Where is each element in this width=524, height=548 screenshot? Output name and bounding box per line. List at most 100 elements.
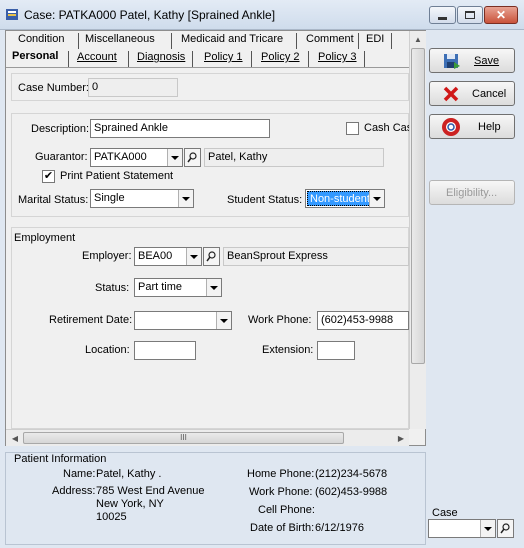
help-button[interactable]: Help [429,114,515,139]
guarantor-lookup-button[interactable] [184,148,201,167]
magnifier-icon [187,152,197,163]
case-lookup-combo[interactable] [428,519,496,538]
marital-status-select[interactable]: Single [90,189,194,208]
tab-comment[interactable]: Comment [306,33,354,45]
tab-separator [308,51,309,67]
tab-diagnosis[interactable]: Diagnosis [137,51,185,63]
patient-home-phone-value: (212)234-5678 [315,468,388,480]
tab-condition[interactable]: Condition [18,33,64,45]
guarantor-label: Guarantor: [35,151,88,163]
help-label: Help [478,120,501,133]
patient-name-label: Name: [63,468,96,480]
save-disk-icon [444,53,460,69]
employer-combo[interactable]: BEA00 [134,247,202,266]
extension-input[interactable] [317,341,355,360]
scroll-right-button[interactable]: ▶ [394,430,408,446]
employment-status-label: Status: [95,282,130,294]
tab-edi[interactable]: EDI [366,33,384,45]
minimize-button[interactable] [429,6,456,24]
app-icon [6,9,18,20]
chevron-down-icon [373,196,381,201]
employer-dropdown-button[interactable] [186,248,201,265]
maximize-button[interactable] [457,6,483,24]
checkmark-icon: ✔ [43,170,54,182]
chevron-down-icon [220,318,228,323]
retirement-date-picker[interactable] [134,311,232,330]
patient-name-value: Patel, Kathy . [96,468,162,480]
tab-separator [251,51,252,67]
tab-policy-3[interactable]: Policy 3 [318,51,357,63]
patient-dob-label: Date of Birth: [250,522,315,534]
chevron-down-icon [484,526,492,531]
tab-separator [364,51,365,67]
case-lookup-dropdown-button[interactable] [480,520,495,537]
patient-info-heading: Patient Information [14,453,107,465]
work-phone-input[interactable]: (602)453-9988 [317,311,409,330]
scroll-up-button[interactable]: ▲ [410,31,426,47]
patient-address-label: Address: [52,485,96,497]
case-number-label: Case Number: [18,82,89,94]
scroll-left-button[interactable]: ◀ [8,430,22,446]
employment-status-dropdown-button[interactable] [206,279,221,296]
tab-separator [296,33,297,49]
tab-separator [391,33,392,49]
patient-cell-phone-label: Cell Phone: [258,504,315,516]
eligibility-label: Eligibility... [446,186,498,199]
case-form-panel: Condition Miscellaneous Medicaid and Tri… [5,30,426,446]
location-label: Location: [85,344,130,356]
vertical-scroll-thumb[interactable] [411,48,425,364]
tab-policy-2[interactable]: Policy 2 [261,51,300,63]
patient-address-line-1: 785 West End Avenue [96,485,205,497]
print-statement-checkbox[interactable]: ✔ [42,170,55,183]
employment-status-select[interactable]: Part time [134,278,222,297]
triangle-right-icon: ▶ [397,433,405,443]
patient-dob-value: 6/12/1976 [315,522,364,534]
guarantor-dropdown-button[interactable] [167,149,182,166]
minimize-icon [438,16,447,20]
eligibility-button[interactable]: Eligibility... [429,180,515,205]
chevron-down-icon [190,254,198,259]
horizontal-scrollbar[interactable]: ◀ III ▶ [6,429,409,446]
cash-case-checkbox[interactable] [346,122,359,135]
description-label: Description: [31,123,90,135]
case-lookup-search-button[interactable] [497,519,514,538]
tab-separator [128,51,129,67]
retirement-date-dropdown-button[interactable] [216,312,231,329]
cancel-label: Cancel [472,87,507,100]
employer-name-field: BeanSprout Express [223,247,409,266]
tab-personal[interactable]: Personal [12,50,58,62]
save-label: Save [474,54,500,67]
patient-work-phone-label: Work Phone: [249,486,313,498]
employment-status-value: Part time [138,281,183,293]
case-number-field: 0 [88,78,178,97]
cancel-button[interactable]: Cancel [429,81,515,106]
close-button[interactable]: ✕ [484,6,518,24]
horizontal-scroll-thumb[interactable]: III [23,432,344,444]
marital-dropdown-button[interactable] [178,190,193,207]
chevron-down-icon [210,285,218,290]
tab-miscellaneous[interactable]: Miscellaneous [85,33,155,45]
guarantor-name-field: Patel, Kathy [204,148,384,167]
guarantor-combo[interactable]: PATKA000 [90,148,183,167]
maximize-icon [465,11,475,19]
employer-code: BEA00 [138,250,173,262]
tab-underline [6,67,409,68]
tab-policy-1[interactable]: Policy 1 [204,51,243,63]
chevron-down-icon [171,155,179,160]
extension-label: Extension: [262,344,314,356]
help-lifebuoy-icon [442,117,460,136]
employment-heading: Employment [14,232,76,244]
location-input[interactable] [134,341,196,360]
employer-lookup-button[interactable] [203,247,220,266]
patient-work-phone-value: (602)453-9988 [315,486,388,498]
tab-account[interactable]: Account [77,51,117,63]
vertical-scrollbar[interactable]: ▲ [409,31,426,429]
save-button[interactable]: Save [429,48,515,73]
student-status-select[interactable]: Non-student [305,189,385,208]
description-input[interactable]: Sprained Ankle [90,119,270,138]
student-dropdown-button[interactable] [369,190,384,207]
tab-medicaid-tricare[interactable]: Medicaid and Tricare [181,33,283,45]
marital-status-value: Single [94,192,125,204]
tab-separator [171,33,172,49]
patient-address-line-3: 10025 [96,511,127,523]
